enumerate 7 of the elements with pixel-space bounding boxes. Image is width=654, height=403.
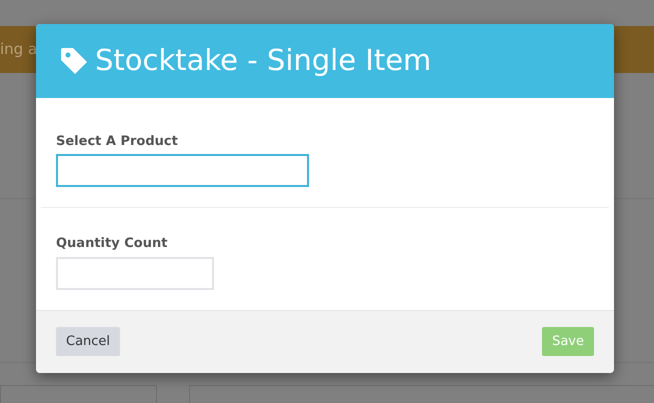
- tag-icon: [59, 46, 89, 76]
- dialog-title: Stocktake - Single Item: [95, 42, 432, 80]
- cancel-button[interactable]: Cancel: [56, 327, 120, 356]
- field-label: Select A Product: [56, 132, 179, 151]
- banner-text: ing a: [0, 39, 38, 60]
- input-field[interactable]: [56, 154, 309, 188]
- field-label: Quantity Count: [56, 235, 168, 254]
